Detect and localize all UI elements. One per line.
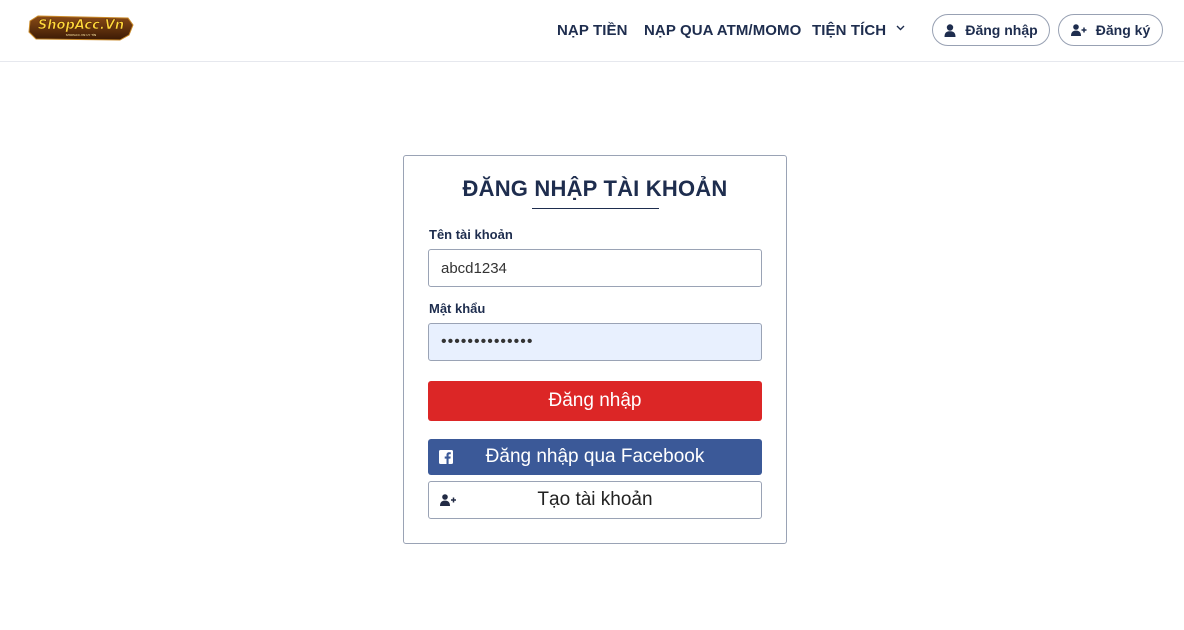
logo-text: ShopAcc.Vn: [38, 18, 124, 33]
nav-item-nap-tien[interactable]: NẠP TIỀN: [557, 0, 628, 60]
nav-item-tien-tich[interactable]: TIỆN TÍCH: [812, 0, 905, 60]
create-account-button[interactable]: Tạo tài khoản: [428, 481, 762, 519]
login-submit-label: Đăng nhập: [548, 390, 642, 411]
header-login-button[interactable]: Đăng nhập: [932, 14, 1050, 46]
login-card: ĐĂNG NHẬP TÀI KHOẢN Tên tài khoản Mật kh…: [403, 155, 787, 544]
title-underline: [532, 208, 659, 209]
nav-label: NẠP QUA ATM/MOMO: [644, 21, 802, 39]
user-plus-icon: [1070, 24, 1087, 36]
facebook-login-button[interactable]: Đăng nhập qua Facebook: [428, 439, 762, 475]
nav-label: NẠP TIỀN: [557, 21, 628, 39]
header-login-label: Đăng nhập: [965, 22, 1038, 38]
password-input[interactable]: [428, 323, 762, 361]
user-plus-icon: [440, 494, 457, 506]
header-register-label: Đăng ký: [1095, 22, 1151, 38]
site-header: ShopAcc.Vn SHOPACC.VN UY TÍN NẠP TIỀN NẠ…: [0, 0, 1184, 62]
nav-label: TIỆN TÍCH: [812, 21, 887, 39]
username-input[interactable]: [428, 249, 762, 287]
logo-subtext: SHOPACC.VN UY TÍN: [66, 32, 96, 37]
password-label: Mật khẩu: [429, 301, 486, 316]
shopacc-logo[interactable]: ShopAcc.Vn SHOPACC.VN UY TÍN: [28, 15, 135, 42]
facebook-icon: [439, 450, 453, 464]
nav-item-nap-atm-momo[interactable]: NẠP QUA ATM/MOMO: [644, 0, 801, 60]
create-account-label: Tạo tài khoản: [537, 489, 653, 510]
header-register-button[interactable]: Đăng ký: [1058, 14, 1163, 46]
username-label: Tên tài khoản: [429, 227, 513, 242]
logo-graphic: ShopAcc.Vn SHOPACC.VN UY TÍN: [28, 15, 134, 41]
chevron-down-icon: [896, 23, 905, 34]
facebook-login-label: Đăng nhập qua Facebook: [485, 446, 705, 467]
user-icon: [944, 23, 956, 37]
login-title: ĐĂNG NHẬP TÀI KHOẢN: [462, 176, 728, 201]
login-submit-button[interactable]: Đăng nhập: [428, 381, 762, 421]
